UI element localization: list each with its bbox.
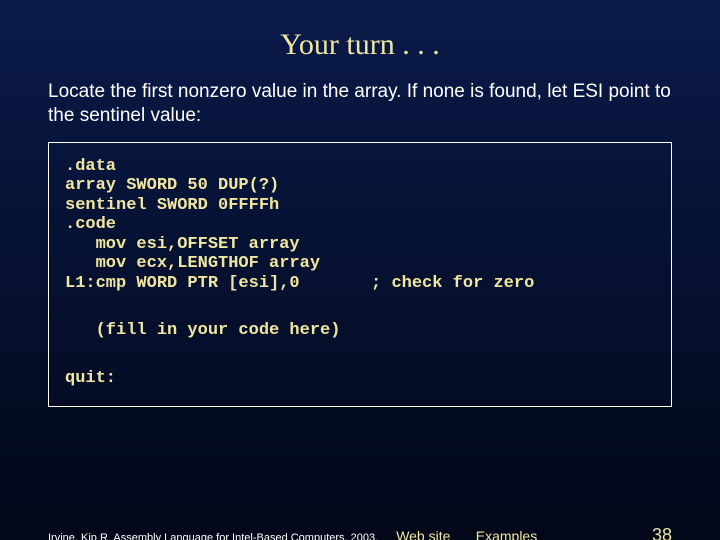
instruction-text: Locate the first nonzero value in the ar… bbox=[48, 80, 672, 128]
code-box: .data array SWORD 50 DUP(?) sentinel SWO… bbox=[48, 142, 672, 408]
page-number: 38 bbox=[652, 525, 672, 540]
code-block-1: .data array SWORD 50 DUP(?) sentinel SWO… bbox=[65, 157, 655, 294]
examples-link[interactable]: Examples bbox=[476, 528, 537, 540]
website-link[interactable]: Web site bbox=[396, 528, 450, 540]
code-fill-placeholder: (fill in your code here) bbox=[65, 321, 655, 341]
footer: Irvine, Kip R. Assembly Language for Int… bbox=[48, 525, 672, 540]
code-block-2: quit: bbox=[65, 369, 655, 389]
slide-title: Your turn . . . bbox=[0, 28, 720, 62]
footer-credit: Irvine, Kip R. Assembly Language for Int… bbox=[48, 532, 378, 540]
footer-links: Web site Examples bbox=[396, 528, 559, 540]
